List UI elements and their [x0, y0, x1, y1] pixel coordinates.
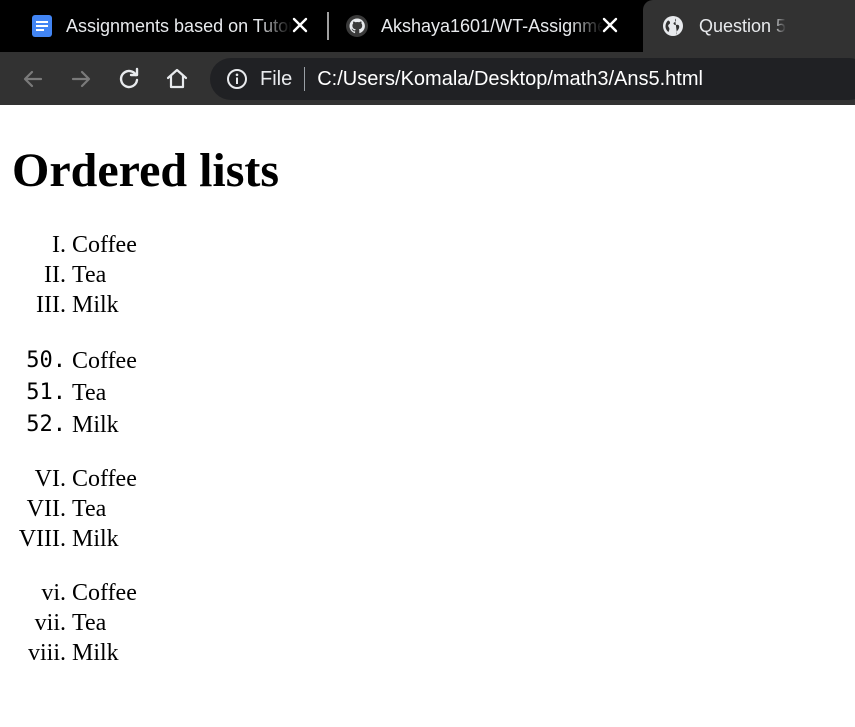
- google-docs-icon: [32, 15, 52, 37]
- list-marker: II.: [44, 262, 66, 288]
- list-marker: 52.: [26, 412, 66, 437]
- list-marker: I.: [52, 232, 66, 258]
- tab-title: Assignments based on Tutorial: [66, 15, 292, 36]
- github-icon: [346, 15, 368, 37]
- tab-strip: Assignments based on Tutorial Akshaya160…: [0, 0, 855, 52]
- list-marker: VIII.: [18, 526, 66, 552]
- reload-icon[interactable]: [116, 66, 142, 92]
- tab-title: Question 5: [699, 15, 787, 36]
- list-item-text: Tea: [72, 262, 107, 288]
- list-marker: vi.: [41, 580, 66, 606]
- close-icon[interactable]: [289, 14, 311, 36]
- page-content: Ordered lists I. Coffee II. Tea III. Milk 5…: [0, 105, 855, 727]
- tab-separator: [327, 12, 329, 40]
- list-item-text: Milk: [72, 292, 119, 318]
- list-item-text: Milk: [72, 412, 119, 438]
- list-item-text: Coffee: [72, 580, 137, 606]
- tab-assignments[interactable]: Assignments based on Tutorial: [30, 0, 325, 52]
- back-arrow-icon[interactable]: [20, 66, 46, 92]
- list-item-text: Coffee: [72, 348, 137, 374]
- url-text[interactable]: C:/Users/Komala/Desktop/math3/Ans5.html: [317, 68, 703, 91]
- info-icon[interactable]: [226, 68, 248, 90]
- list-marker: viii.: [27, 640, 66, 666]
- url-scheme-label: File: [260, 67, 293, 90]
- globe-icon: [663, 16, 683, 36]
- list-marker: III.: [36, 292, 66, 318]
- close-icon[interactable]: [599, 14, 621, 36]
- list-item-text: Coffee: [72, 466, 137, 492]
- browser-toolbar: File C:/Users/Komala/Desktop/math3/Ans5.…: [0, 52, 855, 105]
- list-marker: 51.: [26, 380, 66, 405]
- list-marker: 50.: [26, 348, 66, 373]
- tab-title: Akshaya1601/WT-Assignments: [381, 15, 603, 36]
- list-marker: VII.: [26, 496, 66, 522]
- tab-github[interactable]: Akshaya1601/WT-Assignments: [345, 0, 635, 52]
- page-heading: Ordered lists: [12, 144, 280, 197]
- list-item-text: Tea: [72, 380, 107, 406]
- list-item-text: Coffee: [72, 232, 137, 258]
- list-item-text: Tea: [72, 496, 107, 522]
- tab-question-5[interactable]: Question 5: [643, 0, 855, 52]
- list-item-text: Milk: [72, 526, 119, 552]
- divider: [304, 67, 306, 91]
- list-item-text: Milk: [72, 640, 119, 666]
- list-item-text: Tea: [72, 610, 107, 636]
- address-bar[interactable]: File C:/Users/Komala/Desktop/math3/Ans5.…: [210, 58, 855, 100]
- forward-arrow-icon[interactable]: [68, 66, 94, 92]
- list-marker: vii.: [34, 610, 66, 636]
- list-marker: VI.: [34, 466, 66, 492]
- home-icon[interactable]: [164, 66, 190, 92]
